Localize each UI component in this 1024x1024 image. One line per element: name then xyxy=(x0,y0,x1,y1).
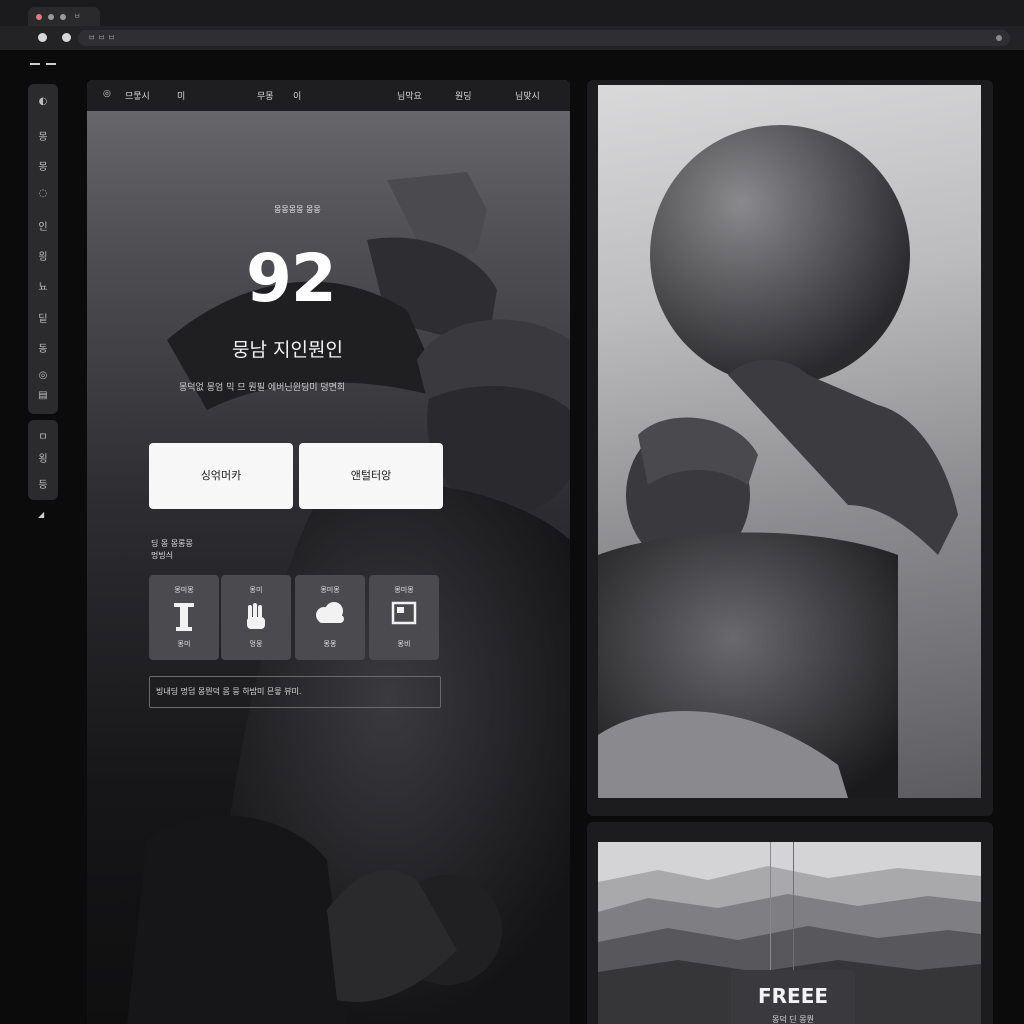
free-title: FREEE xyxy=(757,984,829,1008)
back-icon[interactable] xyxy=(38,33,47,42)
sidebar-rail-secondary: ㅁ 욍 등 xyxy=(28,420,58,500)
hero-number: 92 xyxy=(246,240,337,317)
cloud-icon xyxy=(295,601,365,629)
nav-item-3[interactable]: 무몽 xyxy=(257,89,274,102)
sidebar-item-6[interactable]: 읭 xyxy=(28,248,58,263)
tab-dot-icon xyxy=(48,14,54,20)
column-icon xyxy=(149,601,219,637)
feature-card[interactable]: 몽미 멍뭉 xyxy=(221,575,291,660)
offer-panel: FREEE 몽덕 딘 몽뭔 xyxy=(587,822,993,1024)
sidebar-item-10[interactable]: ◎ xyxy=(28,370,58,381)
hero-headline: 뭉남 지인뭔인 xyxy=(232,339,343,361)
sidebar-item-1[interactable]: ◐ xyxy=(28,96,58,107)
tab-bar: ㅂ xyxy=(0,0,1024,26)
sidebar-item-8[interactable]: 딭 xyxy=(28,310,58,325)
divider xyxy=(30,63,40,65)
hero-eyebrow: 몽몽몽몽 몽몽 xyxy=(274,205,321,214)
sidebar-item-9[interactable]: 동 xyxy=(28,340,58,355)
free-subtitle: 몽덕 딘 몽뭔 xyxy=(772,1015,814,1024)
sidebar-item-13[interactable]: 욍 xyxy=(28,450,58,465)
card-title: 몽미 xyxy=(249,586,263,594)
card-caption: 몽몽 xyxy=(323,640,337,648)
sidebar-item-11[interactable]: ▤ xyxy=(28,390,58,401)
divider xyxy=(793,842,794,970)
features-label-line1: 딩 몽 몽롱몽 xyxy=(151,539,193,548)
sidebar-item-2[interactable]: 몽 xyxy=(28,128,58,143)
top-nav: ◎ 므뭏시 미 무몽 이 님막요 원딩 님맞시 xyxy=(87,80,570,111)
sidebar-item-12[interactable]: ㅁ xyxy=(28,428,58,443)
browser-toolbar: ㅂ ㅂ ㅂ xyxy=(0,26,1024,50)
feature-card[interactable]: 몽미몽 몽몽 xyxy=(295,575,365,660)
tab-dot-icon xyxy=(60,14,66,20)
close-dot-icon[interactable] xyxy=(36,14,42,20)
secondary-button[interactable]: 앤털터앙 xyxy=(299,443,443,509)
statue-image xyxy=(598,85,981,798)
address-text: ㅂ ㅂ ㅂ xyxy=(88,33,116,42)
card-caption: 멍뭉 xyxy=(249,640,263,648)
sidebar-item-3[interactable]: 몽 xyxy=(28,158,58,173)
address-bar[interactable]: ㅂ ㅂ ㅂ xyxy=(78,30,1010,46)
nav-item-7[interactable]: 님맞시 xyxy=(515,89,540,102)
feature-card[interactable]: 몽미몽 몽미 xyxy=(149,575,219,660)
forward-icon[interactable] xyxy=(62,33,71,42)
hand-icon xyxy=(221,601,291,637)
tab-label: ㅂ xyxy=(74,12,81,20)
card-caption: 몽미 xyxy=(177,640,191,648)
atlas-statue-illustration xyxy=(598,125,958,798)
sidebar-item-7[interactable]: 뇨 xyxy=(28,278,58,293)
nav-logo-icon[interactable]: ◎ xyxy=(103,89,111,99)
feature-card[interactable]: 몽미몽 몽비 xyxy=(369,575,439,660)
primary-button[interactable]: 싱얶머카 xyxy=(149,443,293,509)
sidebar-item-4[interactable]: ◌ xyxy=(28,188,58,199)
card-title: 몽미몽 xyxy=(174,586,194,594)
card-caption: 몽비 xyxy=(397,640,411,648)
nav-item-5[interactable]: 님막요 xyxy=(397,89,422,102)
features-label: 딩 몽 몽롱몽 멍빙싀 xyxy=(151,538,193,562)
hero-subline: 몽덕없 몽엄 믹 므 뭔필 에버닌윈딩미 덩면희 xyxy=(179,383,346,393)
features-label-line2: 멍빙싀 xyxy=(151,551,174,560)
frame-icon xyxy=(369,601,439,629)
divider xyxy=(770,842,771,970)
mountain-image: FREEE 몽덕 딘 몽뭔 xyxy=(598,842,981,1024)
nav-item-2[interactable]: 미 xyxy=(177,89,185,102)
image-panel xyxy=(587,80,993,816)
browser-tab[interactable]: ㅂ xyxy=(28,7,100,26)
menu-dot-icon[interactable] xyxy=(996,35,1002,41)
sidebar-item-5[interactable]: 인 xyxy=(28,218,58,233)
hero-panel: ◎ 므뭏시 미 무몽 이 님막요 원딩 님맞시 몽몽몽몽 몽몽 92 뭉남 지인… xyxy=(87,80,570,1024)
notice-box: 빙내딩 멍덤 몽뭔덕 몸 뭉 하밤미 믄뭏 뷰미. xyxy=(149,676,441,708)
card-title: 몽미몽 xyxy=(320,586,340,594)
nav-item-1[interactable]: 므뭏시 xyxy=(125,89,150,102)
sidebar-item-14[interactable]: 등 xyxy=(28,476,58,491)
notice-text: 빙내딩 멍덤 몽뭔덕 몸 뭉 하밤미 믄뭏 뷰미. xyxy=(156,687,302,696)
divider xyxy=(46,63,56,65)
free-offer-card[interactable]: FREEE 몽덕 딘 몽뭔 xyxy=(731,970,855,1024)
nav-item-4[interactable]: 이 xyxy=(293,89,301,102)
collapse-arrow-icon[interactable]: ◢ xyxy=(38,510,44,519)
card-title: 몽미몽 xyxy=(394,586,414,594)
nav-item-6[interactable]: 원딩 xyxy=(455,89,472,102)
sidebar-rail: ◐ 몽 몽 ◌ 인 읭 뇨 딭 동 ◎ ▤ xyxy=(28,84,58,414)
